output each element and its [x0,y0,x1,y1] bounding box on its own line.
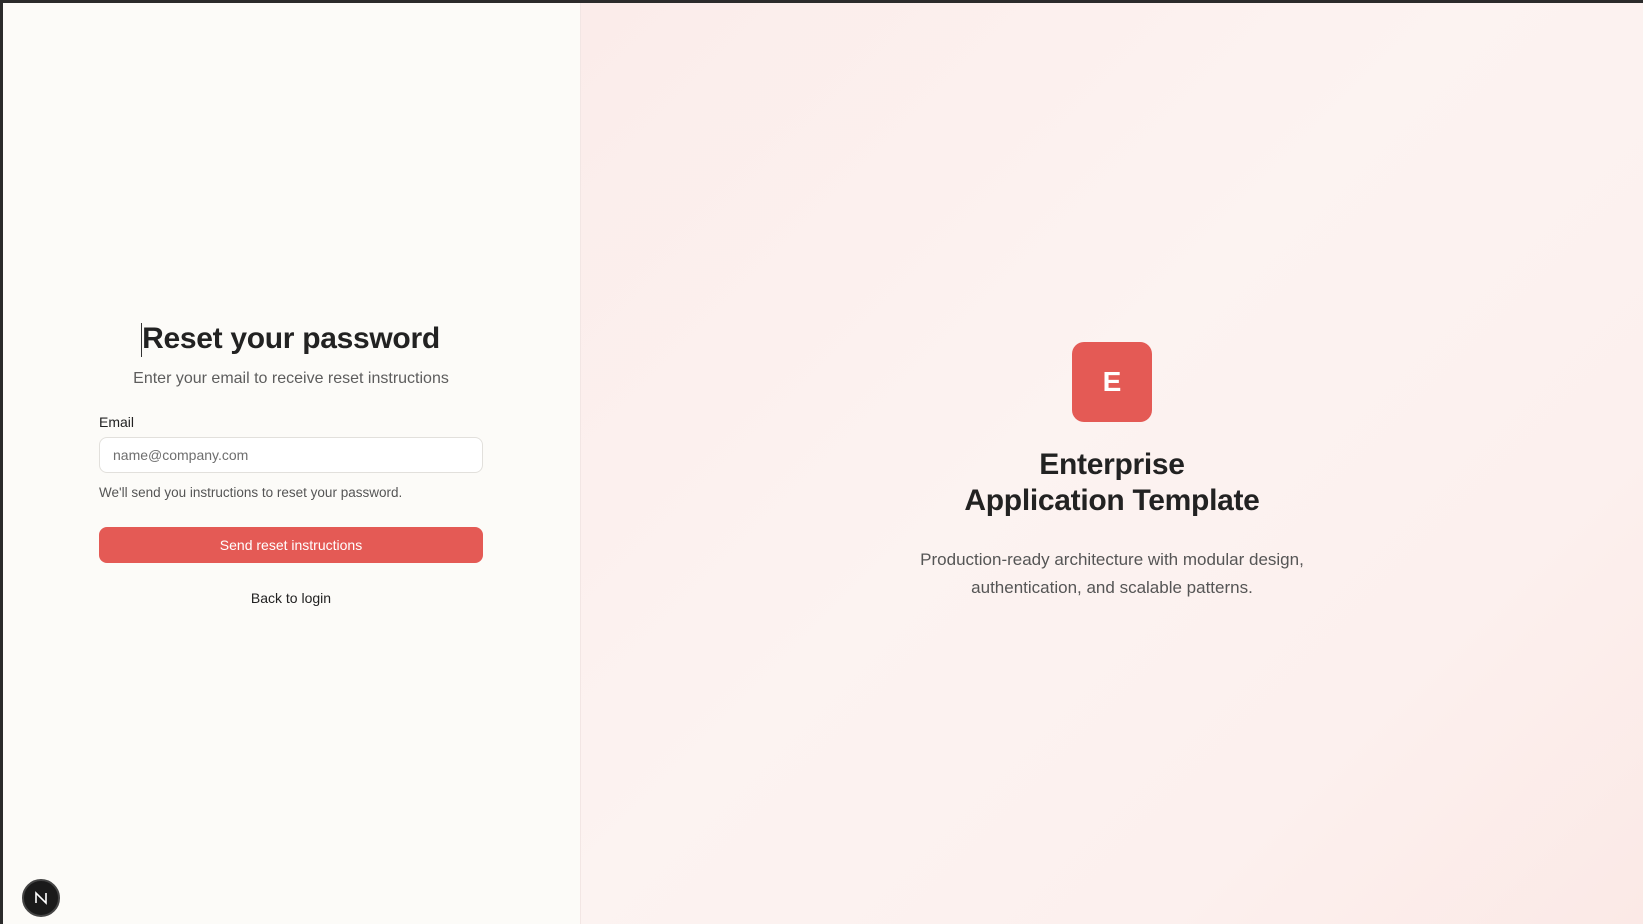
brand-title-line1: Enterprise [1039,448,1185,481]
send-reset-instructions-button[interactable]: Send reset instructions [99,527,483,563]
brand-description: Production-ready architecture with modul… [920,550,1304,597]
page-title: Reset your password [99,319,483,359]
reset-password-form: Reset your password Enter your email to … [99,319,483,607]
email-hint: We'll send you instructions to reset you… [99,485,403,500]
back-to-login-link[interactable]: Back to login [99,589,483,607]
page-title-text: Reset your password [142,322,440,355]
nextjs-dev-badge[interactable] [22,879,60,917]
text-caret [141,323,142,357]
email-field[interactable] [99,437,483,473]
nextjs-logo-icon [35,891,47,905]
brand-logo-letter: E [1102,366,1122,397]
brand-title-line2: Application Template [964,484,1260,517]
page-subtitle: Enter your email to receive reset instru… [133,370,449,387]
auth-form-panel: Reset your password Enter your email to … [3,3,580,924]
brand-panel: E Enterprise Application Template Produc… [580,3,1643,924]
brand-logo: E [1072,342,1152,422]
app-window: Reset your password Enter your email to … [3,3,1643,924]
email-label: Email [99,414,135,430]
brand-title: Enterprise Application Template [581,447,1643,519]
brand-block: E Enterprise Application Template Produc… [581,342,1643,602]
